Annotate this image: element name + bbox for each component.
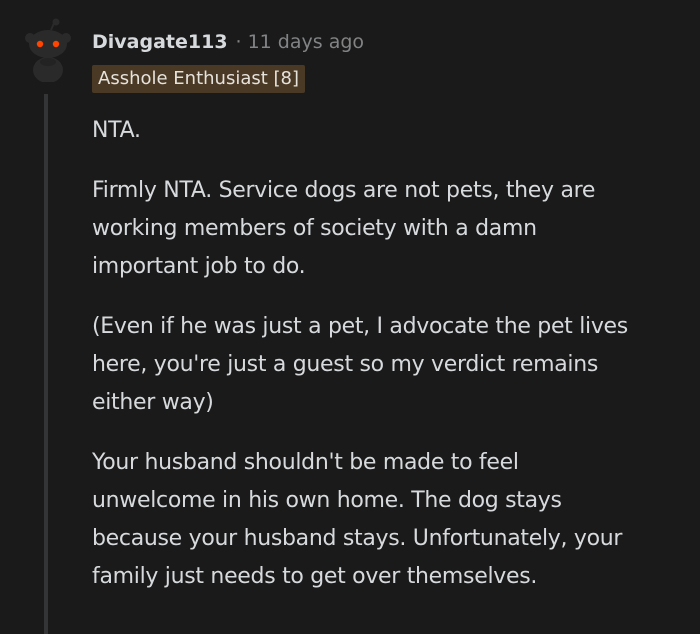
user-flair: Asshole Enthusiast [8] <box>92 65 306 93</box>
paragraph-line: Firmly NTA. Service dogs are not pets, t… <box>92 178 596 203</box>
paragraph-line: here, you're just a guest so my verdict … <box>92 352 599 377</box>
paragraph-line: (Even if he was just a pet, I advocate t… <box>92 314 628 339</box>
paragraph-line: NTA. <box>92 118 141 143</box>
meta-separator: · <box>235 31 242 53</box>
comment-paragraph: NTA. <box>92 112 692 150</box>
comment-timestamp[interactable]: 11 days ago <box>248 31 364 53</box>
comment-author[interactable]: Divagate113 <box>92 31 228 53</box>
paragraph-line: working members of society with a damn <box>92 216 537 241</box>
paragraph-line: either way) <box>92 390 214 415</box>
thread-collapse-line[interactable] <box>44 94 48 634</box>
paragraph-line: family just needs to get over themselves… <box>92 564 538 589</box>
comment-paragraph: (Even if he was just a pet, I advocate t… <box>92 308 692 422</box>
paragraph-line: Your husband shouldn't be made to feel <box>92 450 519 475</box>
paragraph-line: because your husband stays. Unfortunatel… <box>92 526 623 551</box>
comment-paragraph: Your husband shouldn't be made to feel u… <box>92 444 692 596</box>
comment-header: Divagate113 · 11 days ago <box>92 28 364 56</box>
snoo-avatar-icon <box>25 18 71 83</box>
comment-paragraph: Firmly NTA. Service dogs are not pets, t… <box>92 172 692 286</box>
paragraph-line: unwelcome in his own home. The dog stays <box>92 488 562 513</box>
user-avatar[interactable] <box>22 18 74 83</box>
comment-body: NTA. Firmly NTA. Service dogs are not pe… <box>92 112 692 596</box>
comment: Divagate113 · 11 days ago Asshole Enthus… <box>0 0 700 634</box>
paragraph-line: important job to do. <box>92 254 306 279</box>
